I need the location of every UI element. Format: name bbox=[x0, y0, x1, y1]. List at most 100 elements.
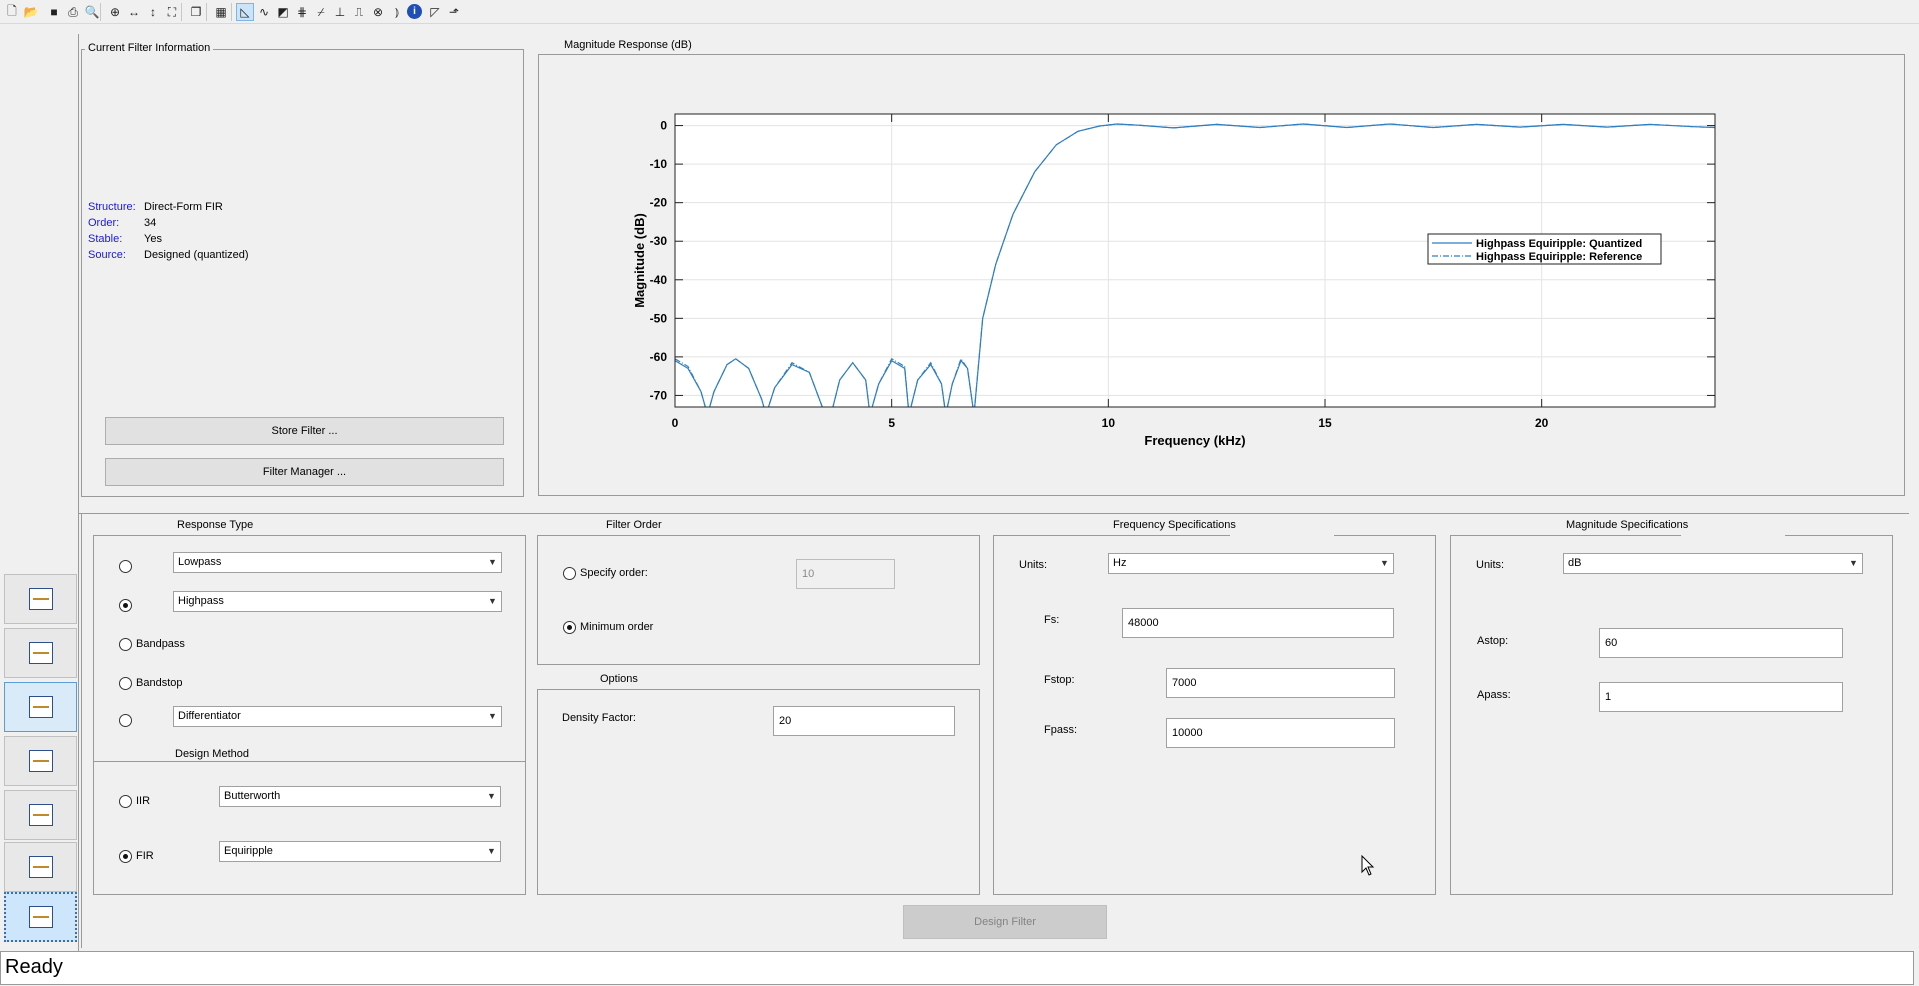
status-text: Ready bbox=[5, 956, 63, 978]
import-filter-button[interactable] bbox=[4, 790, 77, 840]
new-figure-icon[interactable]: ❐ bbox=[187, 3, 205, 21]
zoom-in-icon[interactable]: ⊕ bbox=[106, 3, 124, 21]
x-tick-label: 15 bbox=[1318, 416, 1332, 430]
fstop-label: Fstop: bbox=[1044, 674, 1075, 686]
pole-zero-editor-button[interactable] bbox=[4, 842, 77, 892]
transform-filter-button[interactable] bbox=[4, 574, 77, 624]
chevron-down-icon: ▼ bbox=[1849, 558, 1858, 568]
print-preview-icon[interactable]: 🔍 bbox=[83, 3, 101, 21]
print-icon[interactable]: ⎙ bbox=[64, 3, 82, 21]
mag-units-select[interactable]: dB ▼ bbox=[1563, 553, 1863, 574]
order-input[interactable]: 10 bbox=[796, 559, 895, 589]
chevron-down-icon: ▼ bbox=[487, 846, 496, 856]
order-value: 34 bbox=[144, 217, 157, 229]
differentiator-select[interactable]: Differentiator ▼ bbox=[173, 706, 502, 727]
mag-units-label: Units: bbox=[1476, 559, 1505, 571]
x-tick-label: 5 bbox=[888, 416, 895, 430]
quantization-button[interactable] bbox=[4, 682, 77, 732]
filter-order-panel bbox=[537, 535, 980, 665]
magnitude-response-icon[interactable]: ◺ bbox=[236, 3, 254, 21]
freq-units-label: Units: bbox=[1019, 559, 1048, 571]
round-off-noise-icon[interactable]: ⬏ bbox=[445, 3, 463, 21]
fs-input[interactable]: 48000 bbox=[1122, 608, 1394, 638]
structure-value: Direct-Form FIR bbox=[144, 201, 223, 213]
lowpass-select-value: Lowpass bbox=[178, 556, 222, 568]
magnitude-phase-icon[interactable]: ◩ bbox=[274, 3, 292, 21]
full-view-icon[interactable]: ⛶ bbox=[163, 3, 181, 21]
chevron-down-icon: ▼ bbox=[488, 557, 497, 567]
frequency-specs-panel bbox=[993, 535, 1436, 895]
y-tick-label: -70 bbox=[650, 388, 668, 402]
x-tick-label: 0 bbox=[672, 416, 679, 430]
open-folder-icon[interactable]: 📂 bbox=[22, 3, 40, 21]
bandpass-radio[interactable] bbox=[119, 638, 132, 651]
design-filter-panel-button[interactable] bbox=[4, 892, 77, 942]
specify-order-radio[interactable] bbox=[563, 567, 576, 580]
structure-label: Structure: bbox=[88, 201, 136, 213]
left-panel-selector bbox=[0, 24, 79, 954]
chart-legend: Highpass Equiripple: QuantizedHighpass E… bbox=[1427, 233, 1662, 265]
magnitude-specs-title: Magnitude Specifications bbox=[1563, 519, 1692, 531]
y-tick-label: -10 bbox=[650, 157, 668, 171]
bandstop-radio[interactable] bbox=[119, 677, 132, 690]
impulse-response-icon[interactable]: ⊥ bbox=[331, 3, 349, 21]
transform-icon bbox=[28, 588, 53, 610]
specify-order-label[interactable]: Specify order: bbox=[580, 567, 648, 579]
convert-structure-button[interactable] bbox=[4, 628, 77, 678]
minimum-order-label[interactable]: Minimum order bbox=[580, 621, 653, 633]
chevron-down-icon: ▼ bbox=[487, 791, 496, 801]
bandstop-label[interactable]: Bandstop bbox=[136, 677, 182, 689]
iir-method-select[interactable]: Butterworth ▼ bbox=[219, 786, 501, 807]
pole-zero-icon[interactable]: ⊗ bbox=[369, 3, 387, 21]
minimum-order-radio[interactable] bbox=[563, 621, 576, 634]
filter-specs-icon[interactable]: ▦ bbox=[212, 3, 230, 21]
highpass-radio[interactable] bbox=[119, 599, 132, 612]
save-icon[interactable]: ■ bbox=[45, 3, 63, 21]
x-tick-label: 20 bbox=[1535, 416, 1549, 430]
y-tick-label: -30 bbox=[650, 234, 668, 248]
chevron-down-icon: ▼ bbox=[488, 596, 497, 606]
design-method-title: Design Method bbox=[172, 748, 252, 760]
fstop-input[interactable]: 7000 bbox=[1166, 668, 1395, 698]
density-factor-input[interactable]: 20 bbox=[773, 706, 955, 736]
group-delay-icon[interactable]: ⋕ bbox=[293, 3, 311, 21]
filter-information-icon[interactable]: i bbox=[407, 4, 422, 19]
differentiator-radio[interactable] bbox=[119, 714, 132, 727]
magnitude-estimate-icon[interactable]: ◸ bbox=[426, 3, 444, 21]
order-label: Order: bbox=[88, 217, 120, 229]
iir-method-value: Butterworth bbox=[224, 790, 281, 802]
iir-radio[interactable] bbox=[119, 795, 132, 808]
fpass-input[interactable]: 10000 bbox=[1166, 718, 1395, 748]
magnitude-response-chart[interactable]: 0 5 10 15 20 0 -10 -20 -30 -40 -50 -60 -70 Frequency… bbox=[538, 54, 1905, 496]
phase-response-icon[interactable]: ∿ bbox=[255, 3, 273, 21]
fir-label[interactable]: FIR bbox=[136, 850, 154, 862]
store-filter-button[interactable]: Store Filter ... bbox=[105, 417, 504, 445]
quantize-icon bbox=[28, 696, 53, 718]
astop-input[interactable]: 60 bbox=[1599, 628, 1843, 658]
legend-label: Highpass Equiripple: Reference bbox=[1476, 251, 1642, 263]
lowpass-select[interactable]: Lowpass ▼ bbox=[173, 552, 502, 573]
options-title: Options bbox=[590, 673, 648, 685]
y-tick-label: -50 bbox=[650, 311, 668, 325]
iir-label[interactable]: IIR bbox=[136, 795, 150, 807]
design-filter-button[interactable]: Design Filter bbox=[903, 905, 1107, 939]
fir-radio[interactable] bbox=[119, 850, 132, 863]
highpass-select[interactable]: Highpass ▼ bbox=[173, 591, 502, 612]
lowpass-radio[interactable] bbox=[119, 560, 132, 573]
new-file-icon[interactable]: 🗋 bbox=[3, 3, 21, 21]
step-response-icon[interactable]: ⎍ bbox=[350, 3, 368, 21]
current-filter-info-title: Current Filter Information bbox=[85, 42, 214, 54]
phase-delay-icon[interactable]: ⌿ bbox=[312, 3, 330, 21]
fir-method-select[interactable]: Equiripple ▼ bbox=[219, 841, 501, 862]
filter-coefficients-icon[interactable]: ⦆ bbox=[388, 3, 406, 21]
chart-xlabel: Frequency (kHz) bbox=[1144, 433, 1245, 448]
apass-input[interactable]: 1 bbox=[1599, 682, 1843, 712]
filter-manager-button[interactable]: Filter Manager ... bbox=[105, 458, 504, 486]
freq-units-select[interactable]: Hz ▼ bbox=[1108, 553, 1394, 574]
differentiator-select-value: Differentiator bbox=[178, 710, 241, 722]
bandpass-label[interactable]: Bandpass bbox=[136, 638, 185, 650]
zoom-x-icon[interactable]: ↔ bbox=[125, 3, 143, 21]
y-tick-label: -60 bbox=[650, 350, 668, 364]
realize-model-button[interactable] bbox=[4, 736, 77, 786]
zoom-y-icon[interactable]: ↕ bbox=[144, 3, 162, 21]
